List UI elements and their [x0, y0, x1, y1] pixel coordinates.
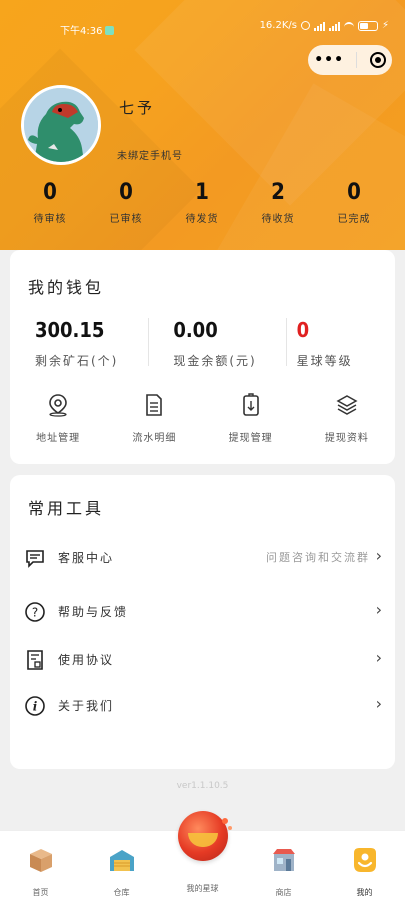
customer-service-row[interactable]: 客服中心 问题咨询和交流群 › [10, 542, 395, 572]
planet-level-label: 星球等级 [296, 354, 353, 368]
transaction-details-button[interactable]: 流水明细 [114, 393, 194, 444]
document-icon [146, 394, 163, 416]
count-label: 待收货 [261, 214, 295, 225]
chevron-right-icon: › [375, 600, 382, 619]
location-pin-icon [49, 394, 67, 417]
about-us-label: 关于我们 [58, 699, 115, 713]
count-value: 1 [195, 180, 209, 205]
count-label: 已审核 [109, 214, 143, 225]
tab-my-planet-label: 我的星球 [186, 884, 219, 893]
wifi-icon [343, 21, 354, 30]
planet-icon[interactable] [178, 811, 228, 861]
tools-card: 常用工具 客服中心 问题咨询和交流群 › ? 帮助与反馈 › 使用协议 › i … [10, 475, 395, 769]
transaction-details-label: 流水明细 [132, 433, 177, 444]
planet-orbit-dot [222, 818, 228, 824]
planet-orbit-dot [228, 826, 232, 830]
user-agreement-label: 使用协议 [58, 653, 115, 667]
layers-icon [336, 395, 358, 415]
tab-home[interactable]: 首页 [0, 831, 81, 900]
phone-status[interactable]: 未绑定手机号 [117, 147, 183, 162]
wallet-title: 我的钱包 [28, 278, 105, 297]
question-icon: ? [25, 602, 45, 622]
count-value: 2 [271, 180, 285, 205]
address-management-button[interactable]: 地址管理 [18, 393, 98, 444]
agreement-icon [27, 650, 43, 670]
count-value: 0 [43, 180, 57, 205]
tab-mine[interactable]: 我的 [324, 831, 405, 900]
cash-balance-value: 0.00 [173, 318, 218, 342]
customer-service-label: 客服中心 [58, 551, 115, 565]
withdraw-management-button[interactable]: 提现管理 [211, 393, 291, 444]
ore-balance-label: 剩余矿石(个) [35, 354, 119, 368]
order-count-to-ship[interactable]: 1 待发货 [164, 180, 240, 225]
divider [286, 318, 287, 366]
profile-icon [353, 848, 376, 872]
tools-title: 常用工具 [28, 499, 105, 518]
count-label: 已完成 [337, 214, 371, 225]
avatar[interactable] [21, 85, 101, 165]
count-value: 0 [119, 180, 133, 205]
alarm-icon [300, 21, 310, 30]
ore-balance[interactable]: 300.15 剩余矿石(个) [10, 316, 138, 368]
chevron-right-icon: › [375, 546, 382, 565]
count-label: 待审核 [33, 214, 67, 225]
count-label: 待发货 [185, 214, 219, 225]
address-management-label: 地址管理 [36, 433, 81, 444]
chevron-right-icon: › [375, 648, 382, 667]
order-count-pending-review[interactable]: 0 待审核 [12, 180, 88, 225]
battery-icon [357, 20, 378, 31]
help-feedback-row[interactable]: ? 帮助与反馈 › [10, 596, 395, 626]
count-value: 0 [347, 180, 361, 205]
about-us-row[interactable]: i 关于我们 › [10, 690, 395, 720]
svg-text:i: i [33, 700, 38, 714]
signal-icon [313, 21, 325, 31]
withdraw-icon [242, 393, 259, 416]
order-counts: 0 待审核 0 已审核 1 待发货 2 待收货 0 已完成 [12, 180, 392, 225]
chevron-right-icon: › [375, 694, 382, 713]
info-icon: i [25, 696, 45, 716]
warehouse-icon [109, 850, 134, 871]
tab-home-label: 首页 [32, 888, 49, 897]
wallet-card: 我的钱包 300.15 剩余矿石(个) 0.00 现金余额(元) 0 星球等级 … [10, 250, 395, 464]
help-feedback-label: 帮助与反馈 [58, 605, 129, 619]
customer-service-hint: 问题咨询和交流群 [266, 551, 370, 564]
cash-balance[interactable]: 0.00 现金余额(元) [138, 316, 266, 368]
mini-program-capsule[interactable]: ••• [308, 45, 392, 75]
cash-balance-label: 现金余额(元) [173, 354, 257, 368]
user-agreement-row[interactable]: 使用协议 › [10, 644, 395, 674]
svg-text:?: ? [32, 606, 38, 620]
tab-warehouse[interactable]: 仓库 [81, 831, 162, 900]
tab-mine-label: 我的 [356, 888, 373, 897]
status-time: 下午4:36 [60, 26, 103, 37]
tab-store-label: 商店 [275, 888, 292, 897]
withdraw-info-label: 提现资料 [324, 433, 369, 444]
order-count-completed[interactable]: 0 已完成 [316, 180, 392, 225]
username: 七予 [119, 99, 156, 117]
version-text: ver1.1.10.5 [176, 781, 229, 791]
ore-balance-value: 300.15 [35, 318, 105, 342]
divider [148, 318, 149, 366]
dinosaur-avatar-icon [24, 88, 98, 162]
store-icon [272, 849, 295, 871]
signal-icon-2 [328, 21, 340, 31]
box-icon [29, 849, 52, 872]
status-bar: 下午4:36 16.2K/s ⚡ [0, 14, 405, 37]
planet-level-value: 0 [296, 318, 310, 342]
order-count-to-receive[interactable]: 2 待收货 [240, 180, 316, 225]
tab-warehouse-label: 仓库 [113, 888, 130, 897]
more-icon[interactable]: ••• [314, 52, 344, 68]
tab-store[interactable]: 商店 [243, 831, 324, 900]
chat-icon [26, 550, 44, 568]
withdraw-info-button[interactable]: 提现资料 [307, 393, 387, 444]
app-notification-icon [105, 26, 115, 35]
charging-icon: ⚡ [381, 20, 389, 31]
order-count-reviewed[interactable]: 0 已审核 [88, 180, 164, 225]
network-speed: 16.2K/s [259, 20, 297, 31]
close-target-icon[interactable] [369, 52, 386, 68]
withdraw-management-label: 提现管理 [228, 433, 273, 444]
